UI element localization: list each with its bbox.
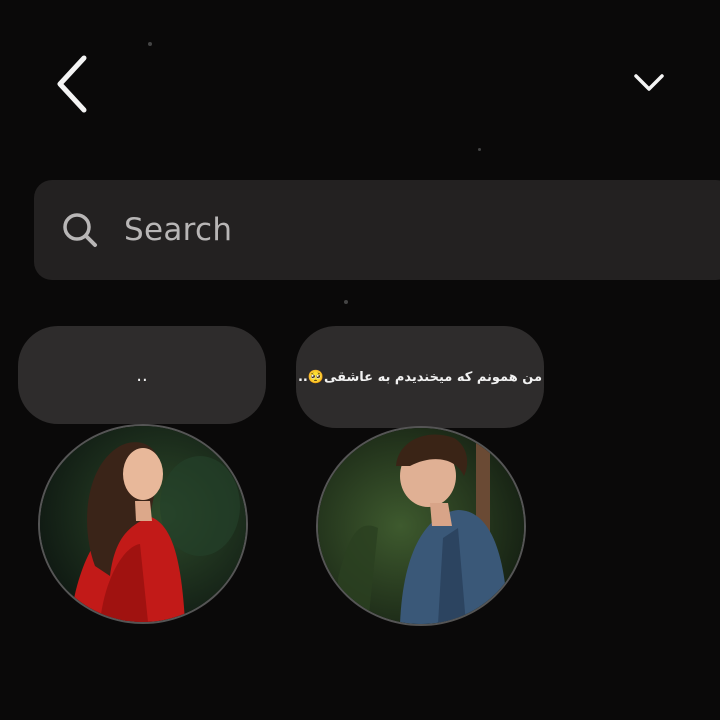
woman-avatar-image	[40, 426, 246, 622]
chevron-down-icon[interactable]	[630, 70, 668, 96]
note-text: من همونم که میخندیدم به عاشقی🥺..	[297, 369, 543, 385]
back-chevron-icon[interactable]	[52, 52, 92, 116]
note-bubble[interactable]: ..	[18, 326, 266, 424]
search-icon	[63, 213, 97, 247]
search-input[interactable]	[124, 208, 524, 252]
search-bar[interactable]	[34, 180, 720, 280]
avatar[interactable]	[316, 426, 526, 626]
avatar[interactable]	[38, 424, 248, 624]
note-bubble[interactable]: من همونم که میخندیدم به عاشقی🥺..	[296, 326, 544, 428]
man-avatar-image	[318, 428, 524, 624]
note-text: ..	[136, 364, 148, 386]
